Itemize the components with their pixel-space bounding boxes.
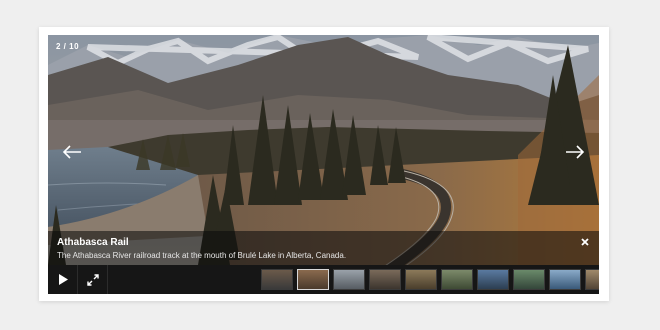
fullscreen-icon xyxy=(86,273,99,286)
thumbnail-strip xyxy=(261,269,599,290)
thumbnail-9[interactable] xyxy=(549,269,581,290)
thumbnail-7[interactable] xyxy=(477,269,509,290)
thumbnail-10[interactable] xyxy=(585,269,599,290)
arrow-left-icon xyxy=(62,145,81,159)
thumbnail-6[interactable] xyxy=(441,269,473,290)
thumbnail-4[interactable] xyxy=(369,269,401,290)
gallery-slide[interactable]: 2 / 10 Athabasca Rail The Athabasca Rive… xyxy=(48,35,599,294)
thumbnail-5[interactable] xyxy=(405,269,437,290)
control-bar xyxy=(48,265,599,294)
fullscreen-button[interactable] xyxy=(78,265,108,294)
play-icon xyxy=(58,274,68,285)
thumbnail-2[interactable] xyxy=(297,269,329,290)
next-slide-button[interactable] xyxy=(563,140,587,164)
caption-description: The Athabasca River railroad track at th… xyxy=(57,251,347,260)
arrow-right-icon xyxy=(566,145,585,159)
play-button[interactable] xyxy=(48,265,78,294)
thumbnail-8[interactable] xyxy=(513,269,545,290)
close-icon xyxy=(581,238,589,246)
thumbnail-1[interactable] xyxy=(261,269,293,290)
slide-caption: Athabasca Rail The Athabasca River railr… xyxy=(48,231,599,265)
caption-title: Athabasca Rail xyxy=(57,237,129,248)
prev-slide-button[interactable] xyxy=(60,140,84,164)
close-caption-button[interactable] xyxy=(579,236,591,248)
thumbnail-3[interactable] xyxy=(333,269,365,290)
slide-counter: 2 / 10 xyxy=(56,42,80,51)
